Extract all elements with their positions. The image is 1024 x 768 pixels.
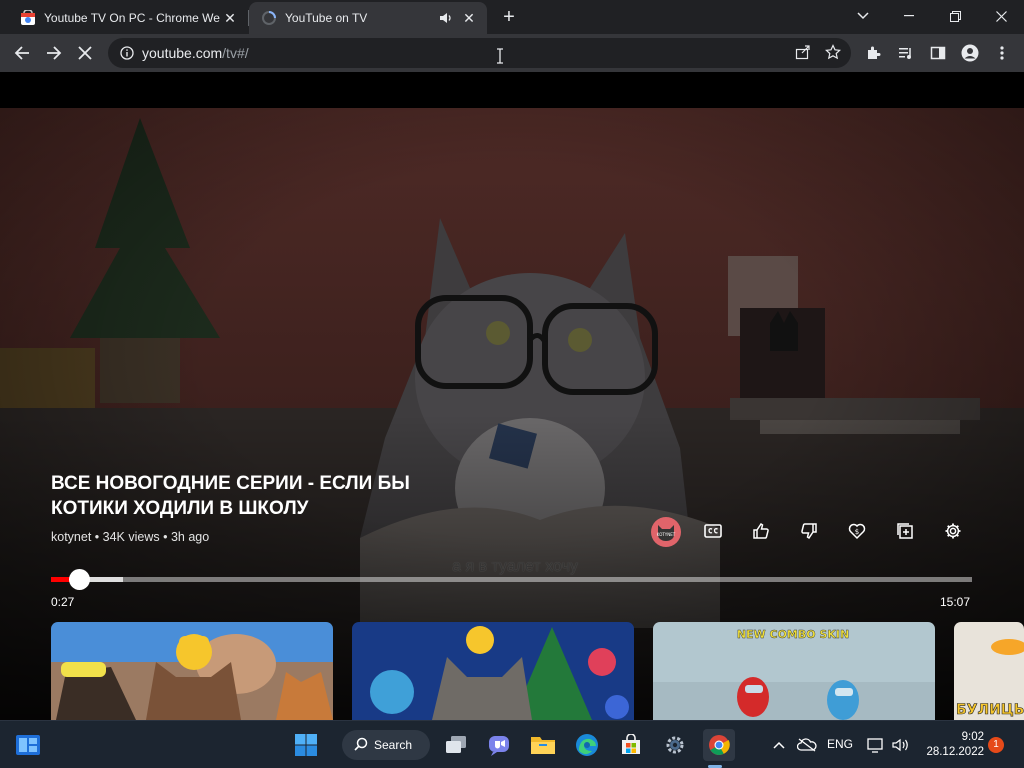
search-icon [354,737,368,754]
forward-arrow-icon[interactable] [40,39,68,67]
tab-youtube-tv-webstore[interactable]: Youtube TV On PC - Chrome Web Store ✕ [8,2,248,34]
cat-logo-icon: KOTYNET [657,525,676,541]
edge-browser-icon[interactable] [571,729,603,761]
closed-captions-icon [704,524,722,538]
widgets-icon[interactable] [12,729,44,761]
browser-toolbar: youtube.com/tv#/ [0,34,1024,72]
share-icon[interactable] [795,44,811,65]
microsoft-store-icon[interactable] [615,729,647,761]
video-thumbnail[interactable]: БУЛИЦЫ [954,622,1024,720]
taskbar-search-button[interactable]: Search [342,730,430,760]
windows-start-icon[interactable] [290,729,322,761]
upload-age: 3h ago [170,530,210,544]
add-to-playlist-icon [897,523,913,539]
save-to-playlist-button[interactable] [890,516,920,546]
heart-dollar-icon: $ [848,523,866,540]
system-clock[interactable]: 9:02 28.12.2022 [920,730,984,760]
search-label: Search [374,738,413,752]
thumbs-up-icon [753,522,769,539]
tab-strip: Youtube TV On PC - Chrome Web Store ✕ Yo… [0,0,1024,34]
tab-title: Youtube TV On PC - Chrome Web Store [44,11,220,25]
tab-search-chevron-icon[interactable] [840,2,886,30]
view-count: 34K views [102,530,160,544]
tab-title: YouTube on TV [285,11,368,25]
thumbnail-image [51,622,333,720]
settings-button[interactable] [938,516,968,546]
tab-youtube-on-tv[interactable]: YouTube on TV ✕ [249,2,487,34]
onedrive-offline-icon[interactable] [793,729,821,761]
address-bar[interactable]: youtube.com/tv#/ [108,38,851,68]
loading-spinner-icon [261,10,277,26]
extensions-puzzle-icon[interactable] [860,39,888,67]
settings-gear-icon[interactable] [659,729,691,761]
dislike-button[interactable] [794,516,824,546]
thumbnail-image: NEW COMBO SKIN [653,622,935,720]
video-meta: kotynet • 34K views • 3h ago [51,530,209,544]
windows-taskbar: Search ENG 9:02 28.12.2022 1 [0,720,1024,768]
video-thumbnail[interactable] [352,622,634,720]
new-tab-button[interactable]: + [498,6,520,28]
youtube-tv-page: ВСЕ НОВОГОДНИЕ СЕРИИ - ЕСЛИ БЫ КОТИКИ ХО… [0,72,1024,720]
channel-name: kotynet [51,530,92,544]
thumbnail-image [352,622,634,720]
stop-loading-icon[interactable] [71,39,99,67]
bookmark-star-icon[interactable] [824,44,842,65]
thanks-button[interactable]: $ [842,516,872,546]
chrome-icon[interactable] [703,729,735,761]
teams-chat-icon[interactable] [483,729,515,761]
close-tab-icon[interactable]: ✕ [220,8,240,28]
side-panel-icon[interactable] [924,39,952,67]
profile-avatar-icon[interactable] [956,39,984,67]
file-explorer-icon[interactable] [527,729,559,761]
thumbs-down-icon [801,523,817,540]
svg-text:$: $ [855,528,859,536]
meta-separator: • [91,530,103,544]
network-icon[interactable] [863,729,887,761]
video-thumbnail[interactable] [51,622,333,720]
gear-icon [945,523,961,539]
media-control-icon[interactable] [892,39,920,67]
like-button[interactable] [746,516,776,546]
notification-badge[interactable]: 1 [988,737,1004,753]
restore-button[interactable] [932,2,978,30]
video-thumbnail[interactable]: NEW COMBO SKIN [653,622,935,720]
url-domain: youtube.com [142,45,223,61]
video-title: ВСЕ НОВОГОДНИЕ СЕРИИ - ЕСЛИ БЫ КОТИКИ ХО… [51,473,410,519]
progress-scrubber-handle[interactable] [68,569,90,590]
clock-date: 28.12.2022 [926,746,984,758]
thumbnail-image: БУЛИЦЫ [954,622,1024,720]
minimize-button[interactable] [886,2,932,30]
back-arrow-icon[interactable] [8,39,36,67]
channel-avatar[interactable]: KOTYNET [651,517,681,547]
captions-button[interactable] [698,516,728,546]
task-view-icon[interactable] [440,729,472,761]
time-current: 0:27 [51,595,75,609]
close-window-button[interactable] [978,2,1024,30]
thumbnail-caption: БУЛИЦЫ [956,702,1024,718]
show-hidden-icons-chevron-icon[interactable] [764,729,794,761]
avatar-text: KOTYNET [657,532,676,537]
chrome-webstore-icon [20,9,36,26]
progress-track[interactable] [51,577,972,582]
menu-kebab-icon[interactable] [988,39,1016,67]
input-language[interactable]: ENG [827,737,853,751]
clock-time: 9:02 [961,731,984,743]
speaker-icon[interactable] [439,11,455,25]
site-info-icon[interactable] [112,46,142,60]
volume-icon[interactable] [889,729,913,761]
thumbnail-caption: NEW COMBO SKIN [737,628,849,641]
url-path: /tv#/ [222,45,249,61]
close-tab-icon[interactable]: ✕ [459,8,479,28]
meta-separator: • [159,530,171,544]
url-text[interactable]: youtube.com/tv#/ [142,45,249,61]
text-cursor-icon [496,48,504,69]
time-total: 15:07 [940,595,971,609]
